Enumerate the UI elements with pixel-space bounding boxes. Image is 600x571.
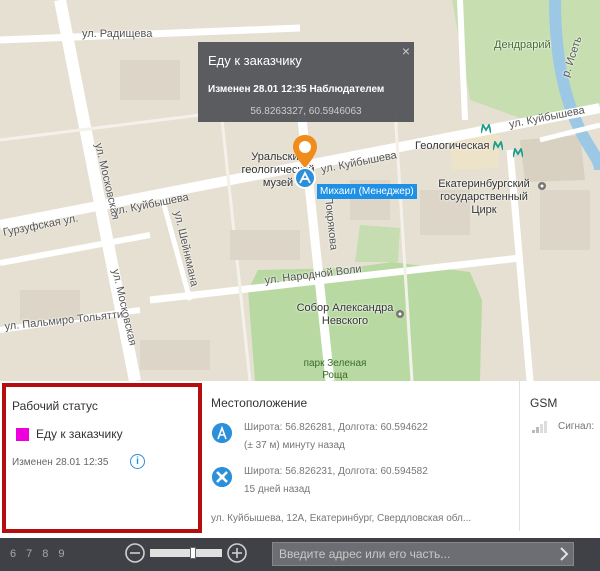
location-pin-icon[interactable] [292,134,318,190]
zoom-out-icon[interactable] [124,542,146,564]
street-radishcheva: ул. Радищева [82,28,153,40]
work-status-heading: Рабочий статус [12,399,98,413]
marker-label[interactable]: Михаил (Менеджер) [317,184,417,199]
church-icon [396,310,404,318]
poi-sobor: Собор Александра Невского [296,302,394,327]
chevron-right-icon[interactable] [556,546,572,562]
zoom-slider[interactable] [150,547,222,559]
popup-title: Еду к заказчику [208,53,302,68]
zoom-slider-thumb[interactable] [190,547,196,559]
details-panel: Рабочий статус Еду к заказчику Изменен 2… [0,381,600,538]
gsm-heading: GSM [530,396,558,410]
location-row-text: Широта: 56.826231, Долгота: 60.594582 15… [244,466,428,495]
metro-icon [513,148,523,158]
info-popup: Еду к заказчику × Изменен 28.01 12:35 На… [198,42,414,122]
page-link[interactable]: 7 [26,548,33,560]
zoom-in-icon[interactable] [226,542,248,564]
tower-icon [212,423,232,443]
work-status-value: Еду к заказчику [36,427,123,441]
location-row-text: Широта: 56.826281, Долгота: 60.594622 (±… [244,422,428,451]
popup-changed: Изменен 28.01 12:35 Наблюдателем [208,84,385,95]
poi-park: парк Зеленая Роща [303,358,367,381]
page-numbers: 6789 [10,548,75,560]
circus-icon [538,182,546,190]
page-link[interactable]: 9 [58,548,65,560]
poi-geological-metro: Геологическая [415,140,490,152]
satellite-icon [212,467,232,487]
location-heading: Местоположение [211,396,308,410]
status-color-swatch [16,428,29,441]
metro-icon [481,124,491,134]
popup-coords: 56.8263327, 60.5946063 [250,106,362,117]
info-icon[interactable]: i [130,454,145,469]
poi-dendrary: Дендрарий [494,39,551,51]
bottom-toolbar: 6789 [0,538,600,571]
work-status-section[interactable]: Рабочий статус Еду к заказчику Изменен 2… [2,383,202,533]
close-icon[interactable]: × [402,43,410,59]
map-view[interactable]: ул. Радищева ул. Московская ул. Московск… [0,0,600,381]
address-search-input[interactable] [272,542,574,566]
poi-circus: Екатеринбургский государственный Цирк [438,178,530,216]
gsm-signal: Сигнал: [558,421,595,432]
location-address: ул. Куйбышева, 12А, Екатеринбург, Свердл… [211,513,472,524]
location-section: Местоположение Широта: 56.826281, Долгот… [204,381,520,531]
metro-icon [493,141,503,151]
gsm-section: GSM Сигнал: [520,381,600,531]
signal-icon [532,421,547,433]
page-link[interactable]: 8 [42,548,49,560]
page-link[interactable]: 6 [10,548,17,560]
work-status-changed: Изменен 28.01 12:35 [12,457,109,468]
